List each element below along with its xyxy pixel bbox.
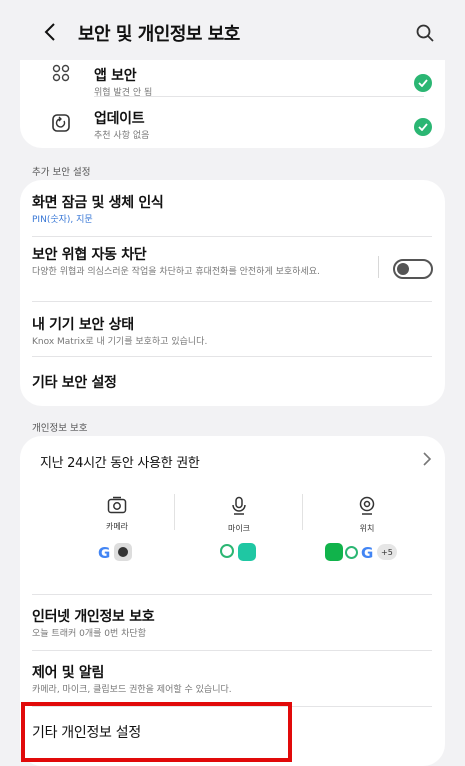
chat-app-icon xyxy=(238,543,256,561)
location-apps[interactable]: G +5 xyxy=(325,541,415,563)
permission-microphone[interactable]: 마이크 xyxy=(194,496,284,534)
camera-app-icon xyxy=(114,543,132,561)
row-controls-and-alerts[interactable]: 제어 및 알림 카메라, 마이크, 클립보드 권한을 제어할 수 있습니다. xyxy=(32,662,432,706)
row-title: 기타 보안 설정 xyxy=(32,375,117,391)
permission-label: 마이크 xyxy=(227,524,251,533)
row-title: 보안 위협 자동 차단 xyxy=(32,247,147,263)
chevron-right-icon xyxy=(423,452,432,466)
row-subtitle: Knox Matrix로 내 기기를 보호하고 있습니다. xyxy=(32,337,208,347)
check-icon xyxy=(414,118,432,136)
permission-label: 카메라 xyxy=(105,522,129,531)
auto-blocker-toggle[interactable] xyxy=(393,259,433,279)
divider xyxy=(32,236,432,237)
divider xyxy=(32,356,432,357)
google-app-icon: G xyxy=(98,544,111,562)
highlight-box xyxy=(21,702,292,762)
security-item-title: 앱 보안 xyxy=(94,68,137,84)
row-title: 인터넷 개인정보 보호 xyxy=(32,609,155,625)
security-item-subtitle: 추천 사항 없음 xyxy=(94,131,150,141)
additional-security-card: 화면 잠금 및 생체 인식 PIN(숫자), 지문 보안 위협 자동 차단 다양… xyxy=(20,180,445,406)
divider xyxy=(32,594,432,595)
permission-camera[interactable]: 카메라 xyxy=(72,496,162,532)
row-title: 제어 및 알림 xyxy=(32,665,105,681)
permission-location[interactable]: 위치 xyxy=(322,496,412,534)
row-internet-privacy[interactable]: 인터넷 개인정보 보호 오늘 트래커 0개를 0번 차단함 xyxy=(32,606,432,650)
mic-icon xyxy=(232,496,246,515)
navigation-app-icon xyxy=(325,543,343,561)
row-screen-lock[interactable]: 화면 잠금 및 생체 인식 PIN(숫자), 지문 xyxy=(32,192,432,234)
divider xyxy=(32,650,432,651)
vertical-divider xyxy=(174,494,175,530)
green-app-icon xyxy=(220,544,234,558)
camera-apps[interactable]: G xyxy=(98,541,158,563)
search-button[interactable] xyxy=(412,20,438,46)
row-subtitle: 오늘 트래커 0개를 0번 차단함 xyxy=(32,629,146,639)
section-label-additional-security: 추가 보안 설정 xyxy=(32,167,91,178)
google-app-icon: G xyxy=(361,544,374,562)
security-item-title: 업데이트 xyxy=(94,111,145,127)
row-subtitle: 카메라, 마이크, 클립보드 권한을 제어할 수 있습니다. xyxy=(32,685,232,695)
divider xyxy=(94,96,424,97)
vertical-divider xyxy=(378,256,379,278)
row-device-security-status[interactable]: 내 기기 보안 상태 Knox Matrix로 내 기기를 보호하고 있습니다. xyxy=(32,314,432,354)
row-title: 내 기기 보안 상태 xyxy=(32,317,134,333)
security-item-update[interactable]: 업데이트 추천 사항 없음 xyxy=(20,98,445,146)
camera-icon xyxy=(107,496,127,514)
row-auto-blocker[interactable]: 보안 위협 자동 차단 다양한 위협과 의심스러운 작업을 차단하고 휴대전화를… xyxy=(32,244,433,300)
update-icon xyxy=(52,114,70,132)
search-icon xyxy=(416,24,434,42)
check-icon xyxy=(414,74,432,92)
row-subtitle: PIN(숫자), 지문 xyxy=(32,215,93,225)
back-button[interactable] xyxy=(36,18,64,46)
top-app-bar: 보안 및 개인정보 보호 xyxy=(0,0,465,60)
row-other-security-settings[interactable]: 기타 보안 설정 xyxy=(32,372,432,396)
apps-icon xyxy=(52,64,70,82)
chevron-left-icon xyxy=(44,23,55,41)
location-icon xyxy=(359,496,375,515)
section-label-privacy: 개인정보 보호 xyxy=(32,423,88,434)
row-title: 화면 잠금 및 생체 인식 xyxy=(32,195,164,211)
row-subtitle: 다양한 위협과 의심스러운 작업을 차단하고 휴대전화를 안전하게 보호하세요. xyxy=(32,267,320,277)
more-apps-count: +5 xyxy=(377,544,397,560)
row-title: 지난 24시간 동안 사용한 권한 xyxy=(40,456,200,471)
microphone-apps[interactable] xyxy=(220,541,280,563)
divider xyxy=(32,301,432,302)
permission-label: 위치 xyxy=(359,524,375,533)
green-app-icon xyxy=(345,546,358,559)
vertical-divider xyxy=(302,494,303,530)
toggle-knob xyxy=(397,263,409,275)
page-title: 보안 및 개인정보 보호 xyxy=(78,24,240,45)
row-recent-permissions[interactable]: 지난 24시간 동안 사용한 권한 xyxy=(20,436,445,482)
